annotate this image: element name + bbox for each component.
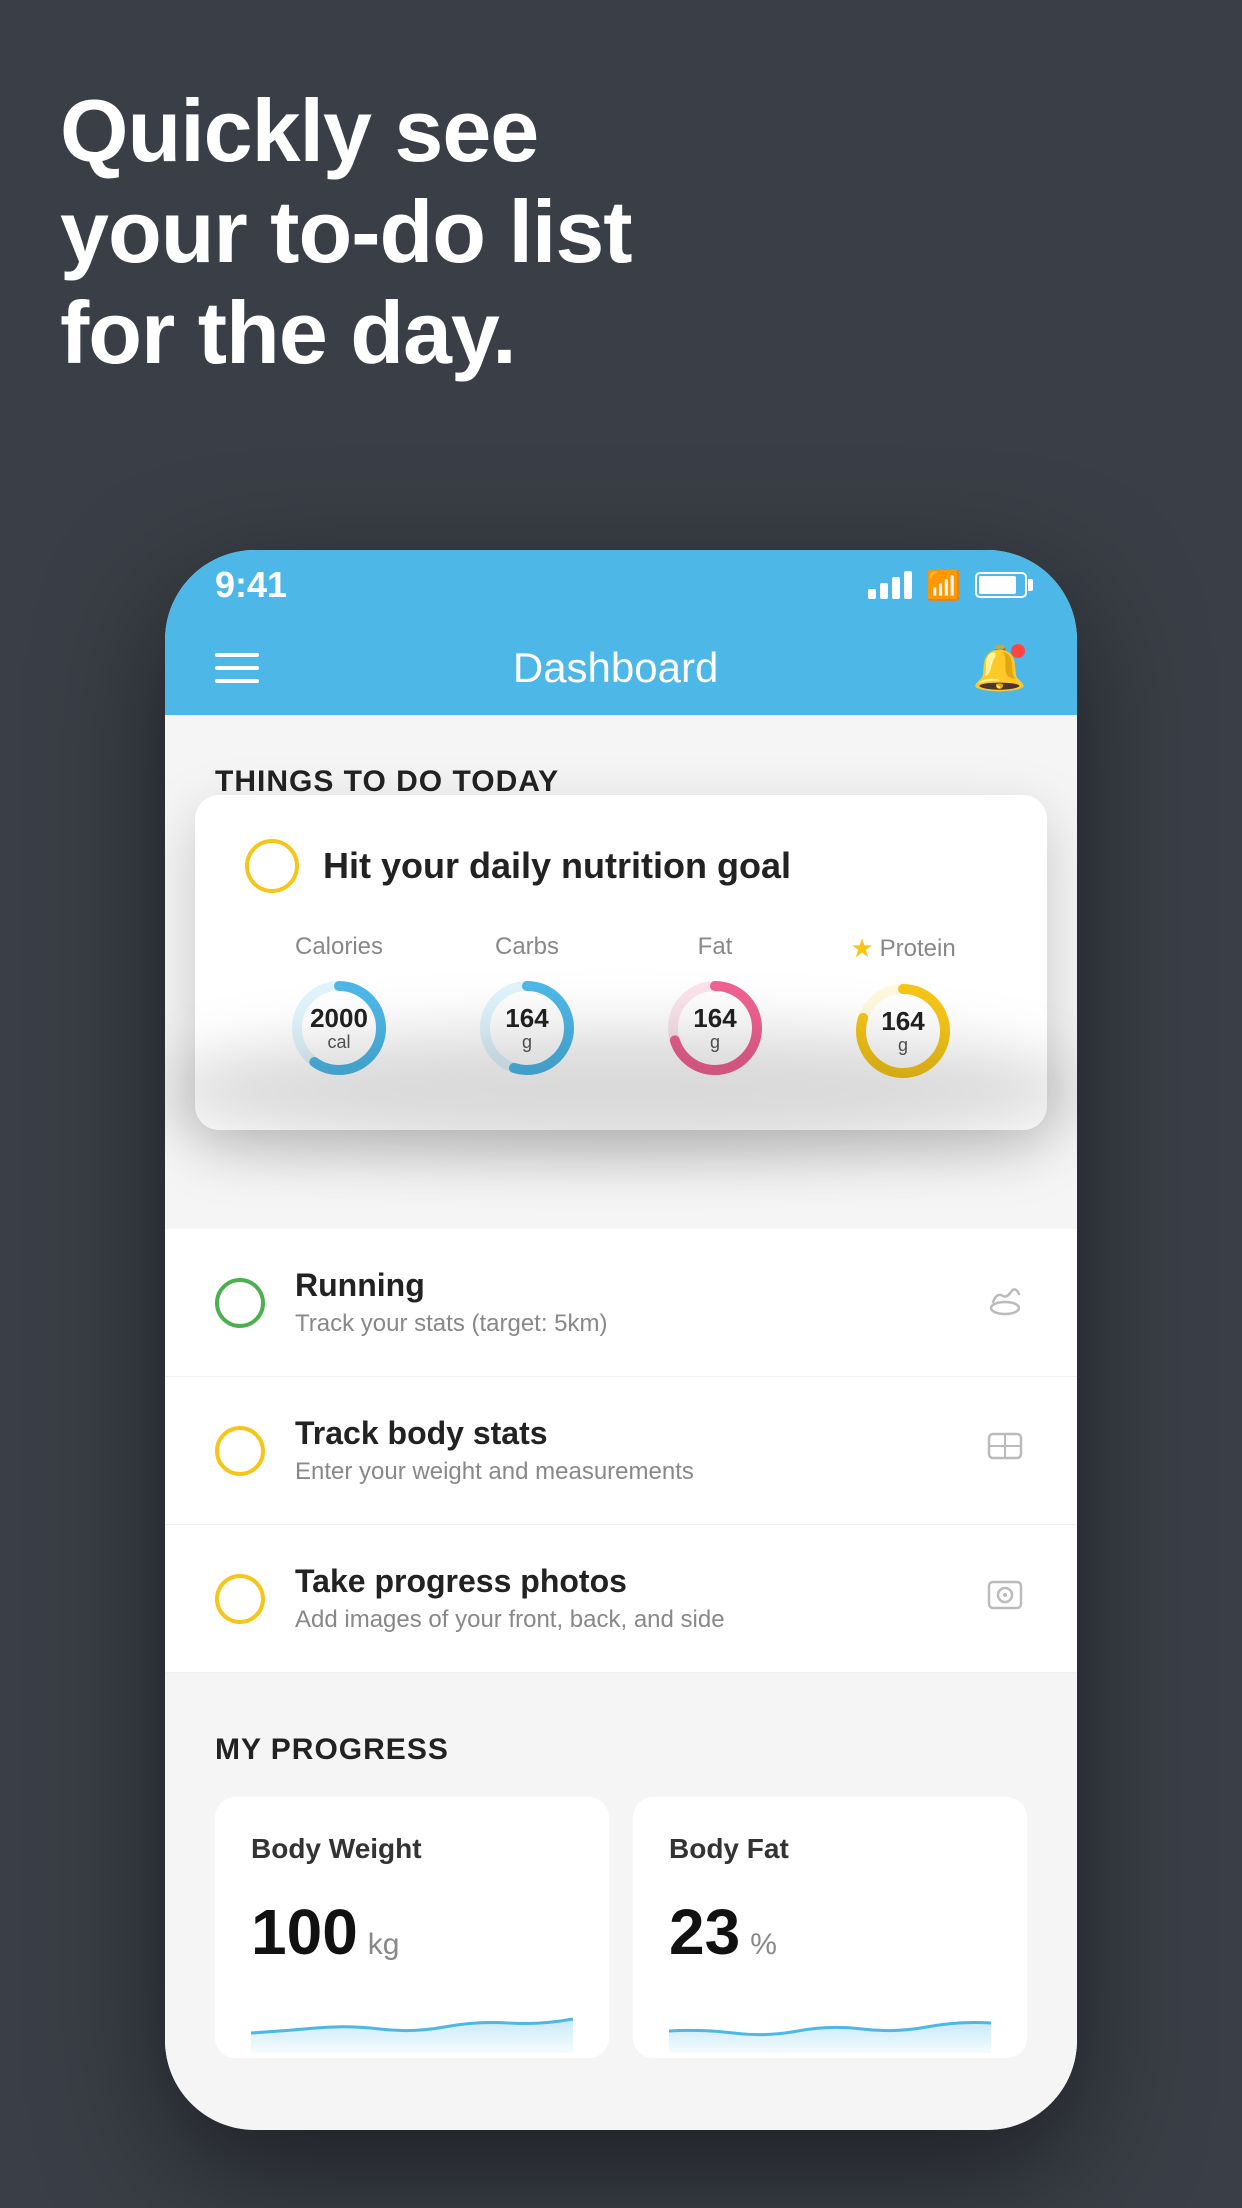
headline-line2: your to-do list [60, 181, 632, 282]
notification-dot [1011, 644, 1025, 658]
progress-cards: Body Weight 100 kg [215, 1797, 1027, 2058]
status-bar: 9:41 📶 [165, 550, 1077, 620]
nutrition-goal-title: Hit your daily nutrition goal [323, 845, 791, 887]
fat-label: Fat [698, 933, 733, 961]
body-fat-unit: % [750, 1928, 777, 1962]
running-subtitle: Track your stats (target: 5km) [295, 1310, 983, 1338]
body-stats-subtitle: Enter your weight and measurements [295, 1458, 983, 1486]
fat-value: 164 [693, 1004, 736, 1033]
body-weight-unit: kg [368, 1928, 400, 1962]
todo-item-progress-photos[interactable]: Take progress photos Add images of your … [165, 1525, 1077, 1673]
body-fat-card[interactable]: Body Fat 23 % [633, 1797, 1027, 2058]
body-fat-value: 23 [669, 1895, 740, 1969]
body-weight-value: 100 [251, 1895, 358, 1969]
progress-title: MY PROGRESS [215, 1733, 1027, 1767]
progress-section: MY PROGRESS Body Weight 100 kg [165, 1673, 1077, 2098]
signal-icon [868, 571, 912, 599]
star-icon: ★ [850, 933, 873, 964]
calories-label: Calories [295, 933, 383, 961]
todo-item-body-stats[interactable]: Track body stats Enter your weight and m… [165, 1377, 1077, 1525]
nav-title: Dashboard [513, 644, 718, 692]
body-weight-sparkline [251, 1993, 573, 2053]
todo-list: Running Track your stats (target: 5km) T… [165, 1229, 1077, 1673]
status-icons: 📶 [868, 569, 1027, 602]
wifi-icon: 📶 [926, 569, 961, 602]
calories-value: 2000 [310, 1004, 368, 1033]
body-fat-title: Body Fat [669, 1833, 991, 1865]
body-fat-sparkline [669, 1993, 991, 2053]
body-stats-text: Track body stats Enter your weight and m… [295, 1415, 983, 1486]
progress-photos-circle [215, 1574, 265, 1624]
body-fat-value-row: 23 % [669, 1895, 991, 1969]
progress-photos-icon [983, 1572, 1027, 1626]
hamburger-menu-button[interactable] [215, 653, 259, 683]
featured-card[interactable]: Hit your daily nutrition goal Calories 2… [195, 795, 1047, 1130]
battery-icon [975, 572, 1027, 598]
protein-value: 164 [881, 1007, 924, 1036]
running-circle [215, 1278, 265, 1328]
body-stats-title: Track body stats [295, 1415, 983, 1452]
body-stats-icon [983, 1424, 1027, 1478]
todo-item-running[interactable]: Running Track your stats (target: 5km) [165, 1229, 1077, 1377]
nutrition-goal-circle [245, 839, 299, 893]
status-time: 9:41 [215, 564, 287, 606]
progress-photos-title: Take progress photos [295, 1563, 983, 1600]
progress-photos-subtitle: Add images of your front, back, and side [295, 1606, 983, 1634]
protein-label: ★ Protein [850, 933, 955, 964]
phone-frame: 9:41 📶 Dashboard 🔔 THINGS TO [165, 550, 1077, 2130]
body-weight-card[interactable]: Body Weight 100 kg [215, 1797, 609, 2058]
body-weight-title: Body Weight [251, 1833, 573, 1865]
card-header: Hit your daily nutrition goal [245, 839, 997, 893]
running-icon [983, 1276, 1027, 1330]
headline: Quickly see your to-do list for the day. [60, 80, 632, 384]
body-stats-circle [215, 1426, 265, 1476]
things-section: THINGS TO DO TODAY [165, 715, 1077, 799]
notification-bell-button[interactable]: 🔔 [972, 642, 1027, 694]
things-title: THINGS TO DO TODAY [215, 765, 1027, 799]
headline-line3: for the day. [60, 282, 632, 383]
headline-line1: Quickly see [60, 80, 632, 181]
running-title: Running [295, 1267, 983, 1304]
running-text: Running Track your stats (target: 5km) [295, 1267, 983, 1338]
progress-photos-text: Take progress photos Add images of your … [295, 1563, 983, 1634]
body-weight-value-row: 100 kg [251, 1895, 573, 1969]
carbs-label: Carbs [495, 933, 559, 961]
nav-bar: Dashboard 🔔 [165, 620, 1077, 715]
carbs-value: 164 [505, 1004, 548, 1033]
app-content: THINGS TO DO TODAY Hit your daily nutrit… [165, 715, 1077, 2130]
